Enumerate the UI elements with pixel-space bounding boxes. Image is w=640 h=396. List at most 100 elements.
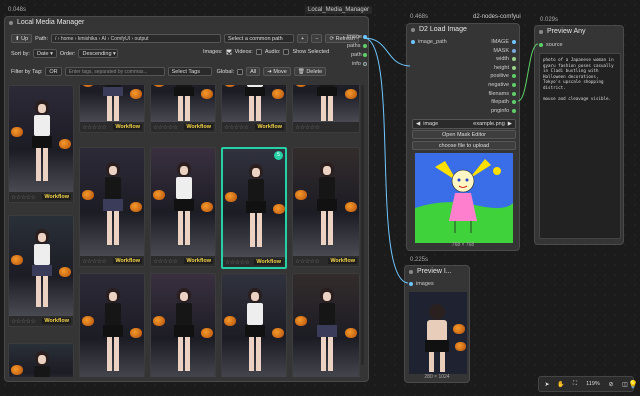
image-widget[interactable]: ◀ image example.png ▶ (412, 119, 516, 129)
preview-image-title[interactable]: Preview I... (405, 266, 469, 278)
chevron-right-icon[interactable]: ▶ (508, 121, 512, 127)
media-card[interactable]: ☆☆☆☆☆ Workflow (8, 85, 74, 203)
media-card[interactable]: ☆☆☆☆☆ Workflow 5 (221, 147, 287, 269)
media-card[interactable]: ☆☆☆☆☆ Workflow (150, 147, 216, 267)
d2-output-socket[interactable] (512, 83, 516, 87)
media-thumbnail[interactable] (80, 274, 144, 377)
workflow-badge[interactable]: Workflow (254, 259, 283, 265)
workflow-badge[interactable]: Workflow (184, 124, 213, 130)
hand-icon[interactable]: ✋ (555, 379, 567, 389)
workflow-badge[interactable]: Workflow (184, 258, 213, 264)
media-thumbnail[interactable] (9, 344, 73, 377)
media-thumbnail[interactable] (223, 149, 285, 257)
zoom-level[interactable]: 119% (583, 379, 603, 389)
workflow-badge[interactable]: Workflow (42, 318, 71, 324)
fit-view-icon[interactable]: ⛶ (569, 379, 581, 389)
rating-stars[interactable]: ☆☆☆☆☆ (224, 124, 249, 131)
d2-output-socket[interactable] (512, 108, 516, 113)
media-card[interactable]: ☆☆☆☆☆ (79, 273, 145, 377)
workflow-badge[interactable]: Workflow (113, 258, 142, 264)
d2-load-image-node[interactable]: D2 Load Image image_path IMAGE MASK width h… (406, 23, 520, 251)
rating-stars[interactable]: ☆☆☆☆☆ (82, 258, 107, 265)
workflow-badge[interactable]: Workflow (42, 194, 71, 200)
up-button[interactable]: ⬆ Up (11, 34, 33, 43)
lmm-output-info-socket[interactable] (363, 62, 367, 66)
media-thumbnail[interactable] (222, 85, 286, 122)
link-visibility-icon[interactable]: ⊘ (605, 379, 617, 389)
preview-image-input-socket[interactable] (409, 282, 413, 286)
media-thumbnail[interactable] (80, 148, 144, 256)
media-card[interactable]: ☆☆☆☆☆ Workflow (292, 147, 360, 267)
media-card[interactable]: ☆☆☆☆☆ Workflow (221, 85, 287, 133)
d2-output-socket[interactable] (512, 40, 516, 44)
workflow-badge[interactable]: Workflow (255, 124, 284, 130)
lmm-output-paths-socket[interactable] (363, 44, 367, 48)
images-checkbox[interactable] (225, 49, 232, 55)
global-checkbox[interactable] (237, 68, 244, 75)
media-thumbnail[interactable] (293, 85, 359, 122)
preview-any-title[interactable]: Preview Any (535, 26, 623, 38)
media-thumbnail[interactable] (293, 148, 359, 256)
d2-output-socket[interactable] (512, 48, 516, 53)
media-card[interactable]: ☆☆☆☆☆ (150, 273, 216, 377)
lmm-output-image-socket[interactable] (363, 35, 367, 39)
d2-output-socket[interactable] (512, 100, 516, 105)
media-thumbnail[interactable] (80, 85, 144, 122)
open-mask-editor-button[interactable]: Open Mask Editor (412, 130, 516, 139)
rating-stars[interactable]: ☆☆☆☆☆ (295, 258, 320, 265)
workflow-badge[interactable]: Workflow (328, 258, 357, 264)
d2-output-socket[interactable] (512, 65, 516, 70)
d2-title[interactable]: D2 Load Image (407, 24, 519, 36)
preview-image-node[interactable]: Preview I... images 280 × 1024 (404, 265, 470, 383)
d2-input-socket[interactable] (411, 40, 415, 44)
media-thumbnail[interactable] (222, 274, 286, 377)
media-thumbnail[interactable] (9, 86, 73, 192)
pointer-icon[interactable]: ➤ (541, 379, 553, 389)
media-thumbnail[interactable] (9, 216, 73, 316)
filter-mode-select[interactable]: OR (45, 67, 62, 76)
lmm-output-path-socket[interactable] (363, 53, 367, 57)
media-card[interactable]: ☆☆☆☆☆ (292, 273, 360, 377)
rating-stars[interactable]: ☆☆☆☆☆ (82, 124, 107, 131)
videos-checkbox[interactable] (255, 49, 262, 55)
media-card[interactable]: ☆☆☆☆☆ Workflow (8, 215, 74, 327)
sort-by-select[interactable]: Date ▾ (32, 49, 57, 58)
rating-stars[interactable]: ☆☆☆☆☆ (153, 124, 178, 131)
rating-stars[interactable]: ☆☆☆☆☆ (153, 258, 178, 265)
rating-stars[interactable]: ☆☆☆☆☆ (295, 124, 320, 131)
add-path-button[interactable]: + (297, 34, 309, 43)
workflow-badge[interactable]: Workflow (113, 124, 142, 130)
gallery-scrollbar[interactable] (361, 85, 364, 365)
common-path-select[interactable]: Select a common path (224, 34, 295, 43)
d2-output-socket[interactable] (512, 91, 516, 96)
move-button[interactable]: ➜ Move (263, 67, 291, 76)
media-thumbnail[interactable] (151, 148, 215, 256)
d2-output-socket[interactable] (512, 57, 516, 62)
media-card[interactable]: ☆☆☆☆☆ Workflow (79, 85, 145, 133)
delete-button[interactable]: 🗑 Delete (293, 67, 327, 76)
media-thumbnail[interactable] (151, 85, 215, 122)
chevron-left-icon[interactable]: ◀ (416, 121, 420, 127)
preview-any-input-socket[interactable] (539, 43, 543, 47)
all-button[interactable]: All (246, 67, 261, 76)
lightbulb-icon[interactable]: 💡 (628, 380, 638, 392)
select-tags-button[interactable]: Select Tags (167, 67, 212, 76)
media-card[interactable]: ☆☆☆☆☆ Workflow (150, 85, 216, 133)
preview-any-node[interactable]: Preview Any source photo of a Japanese w… (534, 25, 624, 245)
media-thumbnail[interactable] (151, 274, 215, 377)
breadcrumb[interactable]: / › home › kmishika › AI › ComfyUI › out… (51, 34, 222, 43)
rating-stars[interactable]: ☆☆☆☆☆ (225, 259, 250, 266)
tag-filter-input[interactable]: Enter tags, separated by commas... (64, 67, 165, 76)
rating-stars[interactable]: ☆☆☆☆☆ (11, 318, 36, 325)
remove-path-button[interactable]: − (311, 34, 323, 43)
choose-file-button[interactable]: choose file to upload (412, 141, 516, 150)
rating-stars[interactable]: ☆☆☆☆☆ (11, 194, 36, 201)
media-card[interactable]: ☆☆☆☆☆ (292, 85, 360, 133)
media-thumbnail[interactable] (293, 274, 359, 377)
lmm-title[interactable]: Local Media Manager (5, 17, 368, 29)
media-card[interactable]: ☆☆☆☆☆ Workflow (79, 147, 145, 267)
media-card[interactable]: ☆☆☆☆☆ (8, 343, 74, 377)
audio-checkbox[interactable] (283, 49, 290, 55)
order-select[interactable]: Descending ▾ (78, 49, 119, 58)
preview-any-text[interactable]: photo of a Japanese woman in gyaru fashi… (539, 53, 621, 239)
